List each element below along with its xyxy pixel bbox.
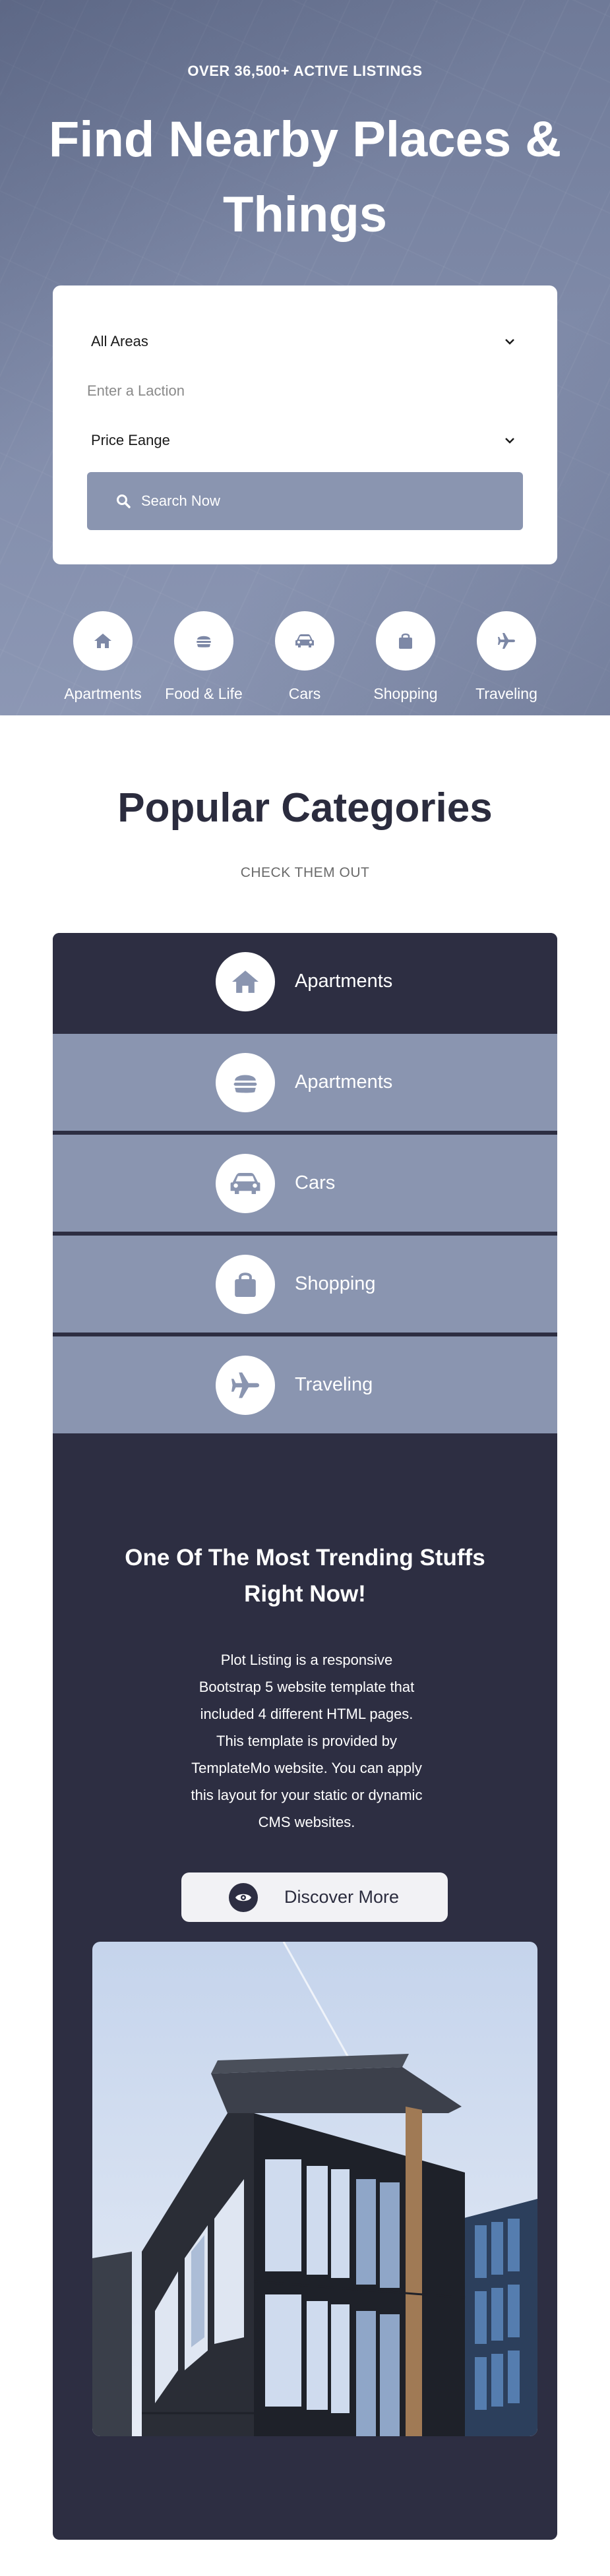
price-select[interactable]: Price Eange — [87, 424, 519, 457]
car-icon-circle — [275, 611, 334, 671]
search-now-label: Search Now — [141, 493, 220, 509]
search-form: All Areas Price Eange Search Now — [53, 285, 557, 564]
plane-icon-circle — [477, 611, 536, 671]
tab-food-life[interactable]: Apartments — [53, 1034, 557, 1133]
tab-traveling[interactable]: Traveling — [53, 1336, 557, 1435]
hero-category-food-life[interactable]: Food & Life — [151, 611, 257, 703]
hero-title: Find Nearby Places & Things — [48, 111, 562, 243]
eye-icon — [229, 1882, 258, 1912]
burger-icon — [197, 636, 211, 647]
hero-eyebrow: OVER 36,500+ ACTIVE LISTINGS — [187, 63, 423, 79]
tab-label: Cars — [295, 1172, 336, 1193]
plane-icon-circle — [216, 1355, 275, 1415]
plane-icon — [498, 633, 515, 649]
search-icon — [117, 494, 131, 508]
discover-more-button[interactable]: Discover More — [181, 1872, 448, 1922]
hero-section: OVER 36,500+ ACTIVE LISTINGS Find Nearby… — [0, 0, 610, 715]
shopping-bag-icon-circle — [376, 611, 435, 671]
tab-label: Traveling — [295, 1374, 373, 1395]
home-icon-circle — [216, 951, 275, 1011]
hero-category-traveling[interactable]: Traveling — [454, 611, 559, 703]
tab-cars[interactable]: Cars — [53, 1135, 557, 1234]
home-icon-circle — [73, 611, 133, 671]
car-icon-circle — [216, 1153, 275, 1213]
area-select[interactable]: All Areas — [87, 325, 519, 358]
trending-description: Plot Listing is a responsive Bootstrap 5… — [191, 1652, 423, 1830]
hero-category-shopping[interactable]: Shopping — [353, 611, 458, 703]
tab-shopping[interactable]: Shopping — [53, 1236, 557, 1334]
location-input[interactable] — [87, 374, 519, 407]
search-now-button[interactable]: Search Now — [87, 472, 523, 530]
hero-category-apartments[interactable]: Apartments — [50, 611, 156, 703]
home-icon — [94, 634, 111, 648]
trending-heading: One Of The Most Trending Stuffs Right No… — [125, 1545, 485, 1607]
hero-category-label: Traveling — [475, 685, 537, 702]
tab-label: Shopping — [295, 1273, 376, 1294]
building-illustration — [92, 1942, 537, 2436]
burger-icon — [233, 1075, 257, 1093]
popular-categories-title: Popular Categories — [117, 785, 493, 831]
hero-category-label: Apartments — [64, 685, 142, 702]
shopping-bag-icon-circle — [216, 1254, 275, 1314]
location-field-wrap — [87, 374, 519, 407]
chevron-down-icon — [504, 335, 515, 349]
area-select-value: All Areas — [91, 333, 148, 349]
building-image — [92, 1942, 537, 2436]
tab-apartments[interactable]: Apartments — [53, 933, 557, 1032]
popular-categories-subtitle: CHECK THEM OUT — [240, 865, 370, 880]
hero-category-strip: Apartments Food & Life Cars Shopping Tra… — [0, 611, 610, 710]
burger-icon-circle — [174, 611, 233, 671]
plane-icon — [231, 1372, 259, 1398]
chevron-down-icon — [504, 434, 515, 448]
hero-category-label: Shopping — [373, 685, 438, 702]
hero-category-label: Food & Life — [165, 685, 243, 702]
car-icon — [295, 634, 314, 647]
car-icon — [230, 1172, 260, 1194]
discover-more-label: Discover More — [284, 1887, 400, 1907]
hero-category-label: Cars — [288, 685, 321, 702]
tab-label: Apartments — [295, 971, 393, 992]
tab-label: Apartments — [295, 1071, 393, 1093]
price-select-value: Price Eange — [91, 432, 170, 448]
hero-category-cars[interactable]: Cars — [252, 611, 357, 703]
shopping-bag-icon — [399, 633, 412, 649]
home-icon — [232, 970, 259, 993]
burger-icon-circle — [216, 1052, 275, 1112]
shopping-bag-icon — [235, 1272, 256, 1297]
